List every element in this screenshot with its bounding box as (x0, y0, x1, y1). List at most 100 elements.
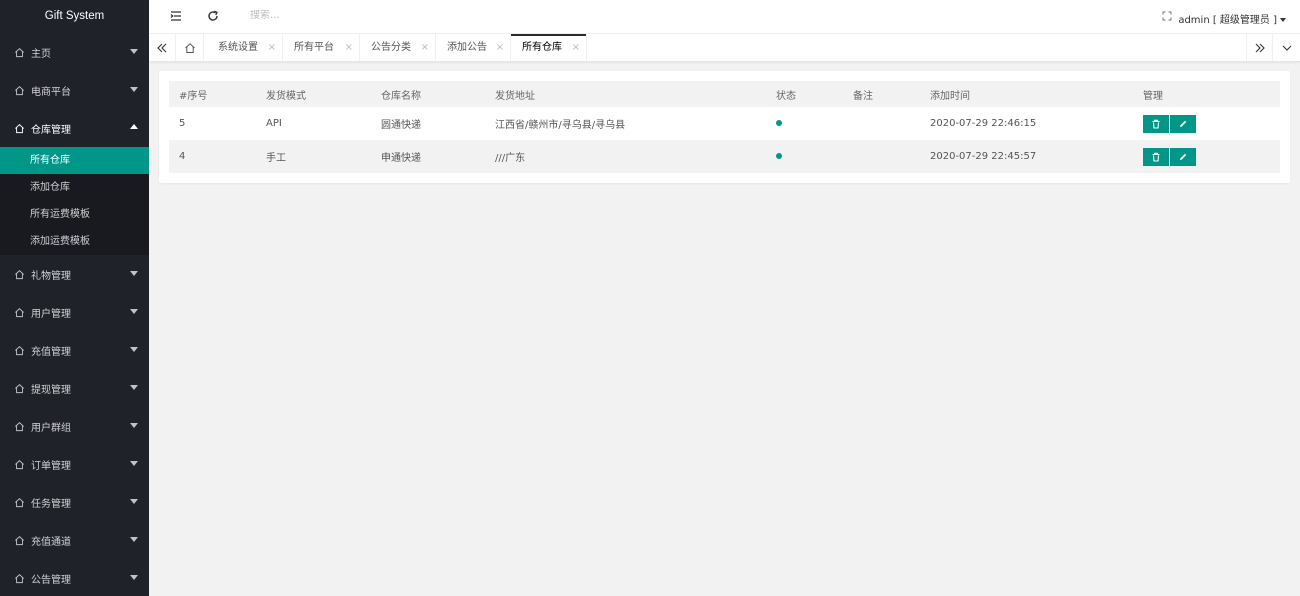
sidebar-item-label: 公告管理 (31, 574, 71, 586)
column-header: 管理 (1143, 90, 1163, 102)
menu-toggle-icon[interactable] (169, 9, 183, 23)
tab-announcement-categories[interactable]: 公告分类 × (360, 34, 436, 61)
home-icon (15, 123, 24, 133)
user-menu[interactable]: admin [ 超级管理员 ] (1178, 11, 1286, 26)
cell-added: 2020-07-29 22:45:57 (930, 151, 1037, 162)
chevron-down-icon (130, 49, 138, 54)
caret-down-icon (1280, 18, 1286, 22)
cell-address: ///广东 (495, 153, 526, 164)
chevron-down-icon (130, 347, 138, 352)
tab-all-platforms[interactable]: 所有平台 × (283, 34, 360, 61)
sidebar-item-orders[interactable]: 订单管理 (0, 445, 149, 483)
tab-add-announcement[interactable]: 添加公告 × (436, 34, 511, 61)
cell-address: 江西省/赣州市/寻乌县/寻乌县 (495, 120, 626, 131)
column-header: 发货模式 (266, 90, 306, 102)
user-label: admin [ 超级管理员 ] (1178, 15, 1277, 26)
cell-remark (843, 107, 920, 140)
sidebar-item-ecommerce[interactable]: 电商平台 (0, 71, 149, 109)
cell-name: 圆通快递 (381, 120, 421, 131)
edit-button[interactable] (1170, 114, 1196, 133)
close-icon[interactable]: × (421, 34, 429, 61)
tab-label: 所有仓库 (522, 42, 562, 53)
submenu-item-all-warehouses[interactable]: 所有仓库 (0, 147, 149, 174)
cell-name: 申通快递 (381, 153, 421, 164)
top-header: admin [ 超级管理员 ] (149, 0, 1300, 34)
home-icon (15, 269, 24, 279)
submenu-item-shipping-templates[interactable]: 所有运费模板 (0, 201, 149, 228)
submenu-item-add-warehouse[interactable]: 添加仓库 (0, 174, 149, 201)
cell-mode: 手工 (266, 153, 286, 164)
home-icon (185, 42, 195, 53)
home-icon (15, 383, 24, 393)
chevron-down-icon (130, 461, 138, 466)
chevron-down-icon (130, 385, 138, 390)
chevron-down-icon (130, 575, 138, 580)
sidebar-item-user-groups[interactable]: 用户群组 (0, 407, 149, 445)
chevron-up-icon (130, 124, 138, 129)
close-icon[interactable]: × (268, 34, 276, 61)
sidebar-item-tasks[interactable]: 任务管理 (0, 483, 149, 521)
sidebar-item-label: 用户群组 (31, 422, 71, 434)
refresh-icon[interactable] (206, 9, 220, 23)
submenu-item-add-shipping-template[interactable]: 添加运费模板 (0, 228, 149, 255)
home-icon (15, 497, 24, 507)
tab-system-settings[interactable]: 系统设置 × (207, 34, 283, 61)
sidebar-item-withdraw[interactable]: 提现管理 (0, 369, 149, 407)
sidebar-item-label: 充值通道 (31, 536, 71, 548)
sidebar-item-recharge[interactable]: 充值管理 (0, 331, 149, 369)
tab-scroll-right-button[interactable] (1246, 34, 1273, 61)
sidebar-item-label: 充值管理 (31, 346, 71, 358)
sidebar-item-gifts[interactable]: 礼物管理 (0, 255, 149, 293)
status-dot (776, 153, 782, 159)
table-row: 5 API 圆通快递 江西省/赣州市/寻乌县/寻乌县 2020-07-29 22… (169, 107, 1280, 140)
table-header-row: #序号 发货模式 仓库名称 发货地址 状态 备注 添加时间 管理 (169, 81, 1280, 107)
sidebar-item-warehouse[interactable]: 仓库管理 (0, 109, 149, 147)
tab-menu-button[interactable] (1273, 34, 1300, 61)
pencil-icon (1180, 120, 1187, 127)
home-icon (15, 535, 24, 545)
cell-remark (843, 140, 920, 173)
chevron-down-icon (130, 271, 138, 276)
tab-label: 添加公告 (447, 42, 487, 53)
tab-label: 公告分类 (371, 42, 411, 53)
warehouse-submenu: 所有仓库 添加仓库 所有运费模板 添加运费模板 (0, 147, 149, 255)
cell-id: 5 (179, 118, 186, 129)
home-icon (15, 421, 24, 431)
fullscreen-icon[interactable] (1160, 9, 1174, 23)
column-header: 状态 (776, 90, 796, 102)
chevron-down-icon (1282, 45, 1291, 51)
edit-button[interactable] (1170, 147, 1196, 166)
sidebar: Gift System 主页 电商平台 仓库管理 所有仓库 添加仓库 所有运费模… (0, 0, 149, 596)
close-icon[interactable]: × (572, 34, 580, 61)
chevron-down-icon (130, 537, 138, 542)
delete-button[interactable] (1143, 114, 1169, 133)
home-icon (15, 85, 24, 95)
sidebar-item-label: 仓库管理 (31, 124, 71, 136)
trash-icon (1152, 119, 1160, 129)
cell-status (766, 140, 843, 173)
chevron-down-icon (130, 309, 138, 314)
cell-actions (1133, 140, 1280, 173)
sidebar-item-announcements[interactable]: 公告管理 (0, 559, 149, 596)
cell-mode: API (266, 118, 282, 129)
home-icon (15, 307, 24, 317)
tab-scroll-left-button[interactable] (149, 34, 176, 61)
cell-status (766, 107, 843, 140)
sidebar-item-label: 任务管理 (31, 498, 71, 510)
warehouse-table-card: #序号 发货模式 仓库名称 发货地址 状态 备注 添加时间 管理 5 API 圆… (159, 71, 1290, 183)
sidebar-item-users[interactable]: 用户管理 (0, 293, 149, 331)
tab-home[interactable] (177, 34, 204, 61)
sidebar-item-recharge-channels[interactable]: 充值通道 (0, 521, 149, 559)
sidebar-item-label: 礼物管理 (31, 270, 71, 282)
app-logo: Gift System (0, 0, 149, 33)
delete-button[interactable] (1143, 147, 1169, 166)
home-icon (15, 459, 24, 469)
chevron-down-icon (130, 87, 138, 92)
chevron-down-icon (130, 423, 138, 428)
sidebar-item-home[interactable]: 主页 (0, 33, 149, 71)
close-icon[interactable]: × (345, 34, 353, 61)
tab-all-warehouses[interactable]: 所有仓库 × (511, 34, 587, 61)
search-input[interactable] (250, 10, 450, 21)
close-icon[interactable]: × (496, 34, 504, 61)
cell-id: 4 (179, 151, 186, 162)
